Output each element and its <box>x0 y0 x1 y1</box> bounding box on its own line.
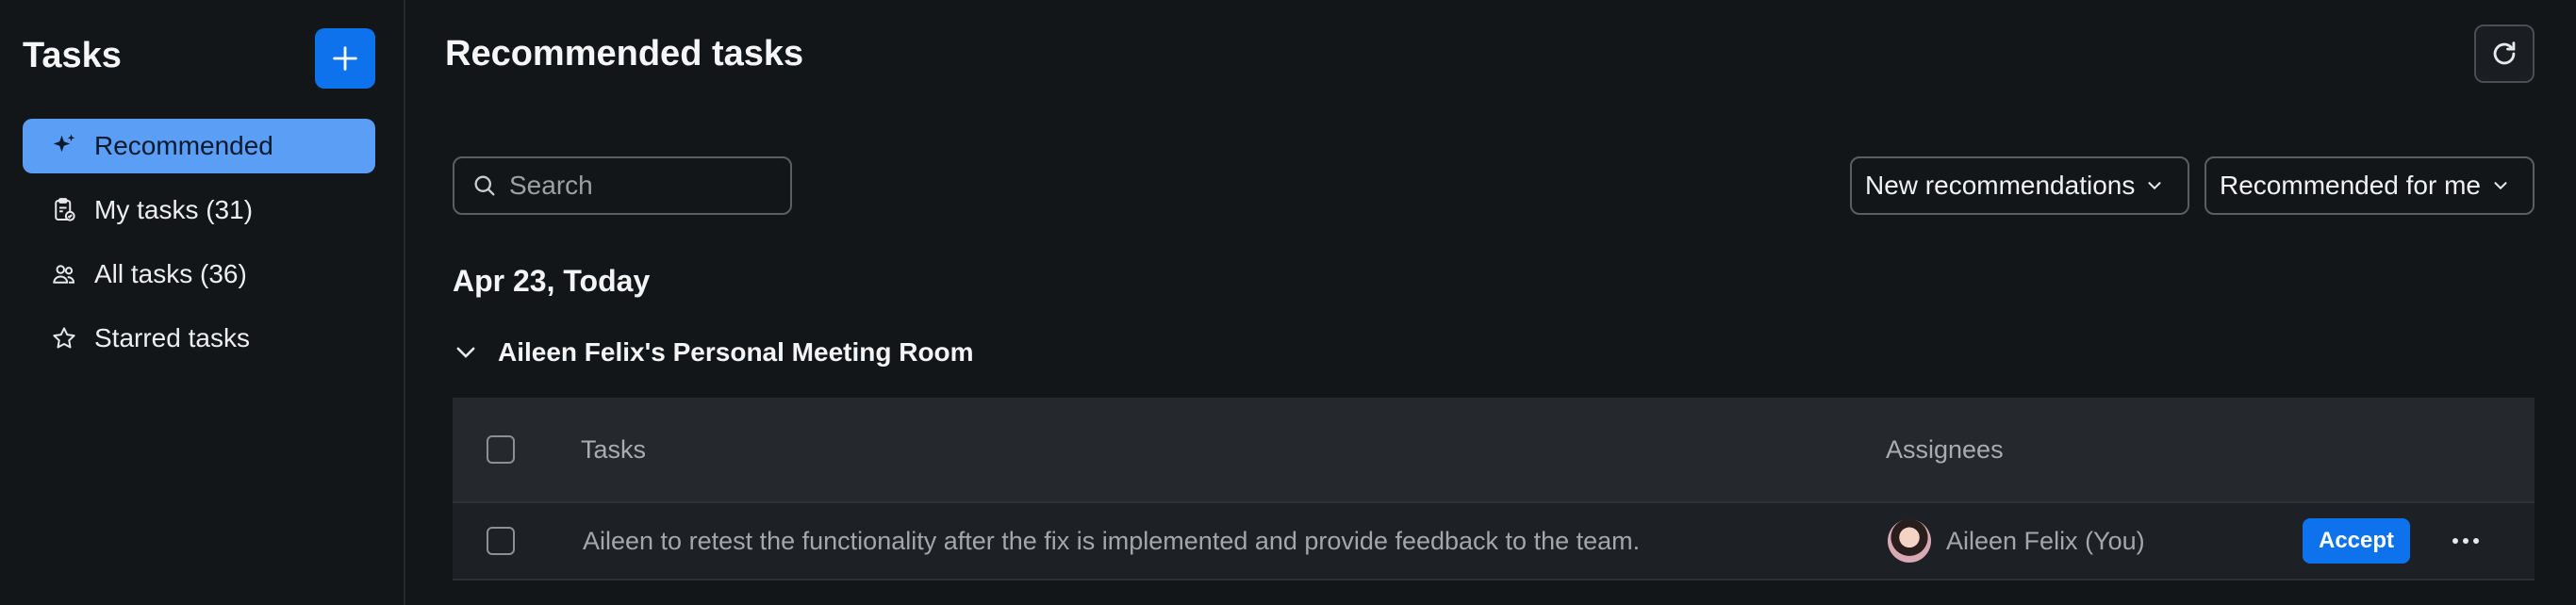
sidebar-item-starred[interactable]: Starred tasks <box>23 311 375 366</box>
avatar <box>1888 519 1931 563</box>
people-icon <box>49 259 79 289</box>
more-options-button[interactable] <box>2442 522 2489 560</box>
new-recommendations-dropdown[interactable]: New recommendations <box>1850 156 2189 215</box>
sidebar-title: Tasks <box>23 36 122 75</box>
row-checkbox[interactable] <box>487 527 515 555</box>
new-task-button[interactable] <box>315 28 375 89</box>
more-icon <box>2452 538 2479 544</box>
chevron-down-icon[interactable] <box>453 339 479 366</box>
chevron-down-icon <box>2494 182 2507 190</box>
main-content: Recommended tasks New recommendations Re… <box>407 0 2576 605</box>
tasks-table: Tasks Assignees Aileen to retest the fun… <box>453 398 2535 580</box>
task-text: Aileen to retest the functionality after… <box>583 526 1641 555</box>
search-icon <box>474 175 495 196</box>
sidebar-item-label: Starred tasks <box>94 323 250 352</box>
column-header-assignees: Assignees <box>1886 434 2004 464</box>
refresh-button[interactable] <box>2474 25 2535 83</box>
search-input[interactable] <box>509 171 773 201</box>
table-row[interactable]: Aileen to retest the functionality after… <box>453 501 2535 580</box>
assignee-name: Aileen Felix (You) <box>1946 526 2145 555</box>
group-header[interactable]: Aileen Felix's Personal Meeting Room <box>453 337 974 368</box>
group-title: Aileen Felix's Personal Meeting Room <box>498 337 974 367</box>
dropdown-label: New recommendations <box>1865 171 2136 200</box>
sidebar: Tasks Recommended My tasks (31) All task… <box>0 0 405 605</box>
sidebar-item-label: All tasks (36) <box>94 259 247 288</box>
recommended-for-me-dropdown[interactable]: Recommended for me <box>2204 156 2535 215</box>
sidebar-item-my-tasks[interactable]: My tasks (31) <box>23 183 375 237</box>
dropdown-label: Recommended for me <box>2220 171 2482 200</box>
clipboard-check-icon <box>49 195 79 225</box>
sparkle-icon <box>49 131 79 161</box>
refresh-icon <box>2493 41 2516 65</box>
column-header-tasks: Tasks <box>581 434 647 464</box>
accept-button[interactable]: Accept <box>2303 518 2410 564</box>
page-title: Recommended tasks <box>445 34 804 74</box>
assignee-cell: Aileen Felix (You) <box>1888 519 2145 563</box>
sidebar-item-label: My tasks (31) <box>94 195 254 224</box>
table-header: Tasks Assignees <box>453 398 2535 501</box>
chevron-down-icon <box>2148 182 2161 190</box>
select-all-checkbox[interactable] <box>487 435 515 464</box>
star-icon <box>49 323 79 353</box>
date-heading: Apr 23, Today <box>453 264 651 298</box>
sidebar-item-label: Recommended <box>94 131 273 160</box>
sidebar-item-recommended[interactable]: Recommended <box>23 119 375 173</box>
search-box[interactable] <box>453 156 792 215</box>
plus-icon <box>333 46 357 71</box>
sidebar-item-all-tasks[interactable]: All tasks (36) <box>23 247 375 302</box>
